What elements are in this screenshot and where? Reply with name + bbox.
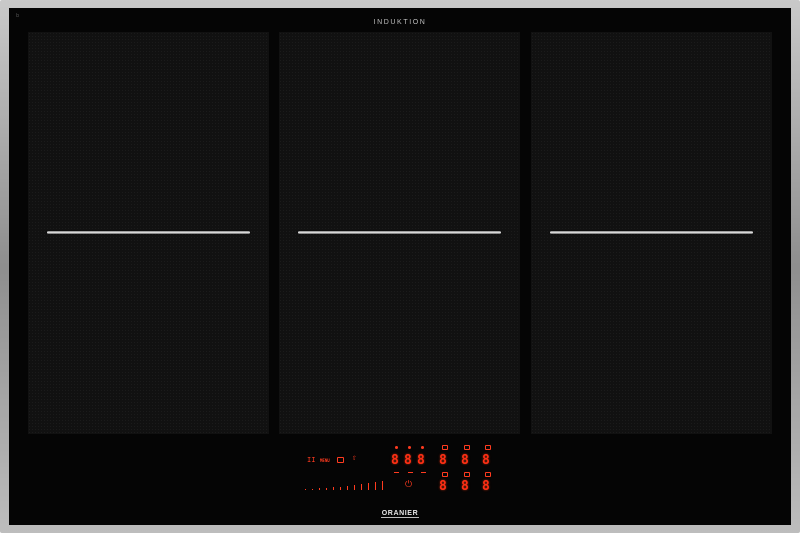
- brand-logo: ORANIER: [9, 510, 791, 518]
- slider-step: [375, 482, 376, 490]
- menu-button[interactable]: MENU: [320, 457, 330, 465]
- timer-icon[interactable]: [442, 445, 448, 450]
- timer-icon[interactable]: [485, 445, 491, 450]
- slider-step: [340, 487, 341, 490]
- slider-step: [333, 487, 334, 490]
- zone-dash: [394, 472, 399, 473]
- zone-indicator-dot: [408, 446, 411, 449]
- zone-indicator-dot: [421, 446, 424, 449]
- slider-step: [305, 489, 306, 490]
- timer-icon[interactable]: [464, 445, 470, 450]
- power-icon[interactable]: ⏻: [405, 481, 412, 490]
- ceramic-glass-surface: b INDUKTION II MENU ⇧ 8 8 8 8 8 8 ⏻ 8 8 …: [9, 8, 791, 525]
- clock-icon[interactable]: [464, 472, 470, 477]
- timer-display-5: 8: [461, 479, 470, 494]
- power-level-display-1: 8: [391, 453, 400, 468]
- timer-display-4: 8: [439, 479, 448, 494]
- hob-steel-frame: b INDUKTION II MENU ⇧ 8 8 8 8 8 8 ⏻ 8 8 …: [0, 0, 800, 533]
- slider-step: [368, 483, 369, 490]
- touch-control-panel: II MENU ⇧ 8 8 8 8 8 8 ⏻ 8 8 8: [9, 8, 791, 525]
- timer-display-6: 8: [482, 479, 491, 494]
- slider-step: [319, 488, 320, 490]
- slider-step: [361, 484, 362, 490]
- slider-step: [326, 488, 327, 490]
- timer-display-2: 8: [461, 453, 470, 468]
- slider-step: [312, 489, 313, 490]
- keep-warm-icon[interactable]: [337, 457, 344, 463]
- zone-dash: [421, 472, 426, 473]
- power-level-display-2: 8: [404, 453, 413, 468]
- slider-step: [354, 485, 355, 490]
- lock-icon[interactable]: ⇧: [352, 454, 357, 462]
- power-slider[interactable]: [305, 480, 391, 492]
- pause-icon[interactable]: II: [307, 456, 315, 464]
- brand-logo-text: ORANIER: [380, 510, 420, 518]
- slider-step: [347, 486, 348, 490]
- timer-display-1: 8: [439, 453, 448, 468]
- power-level-display-3: 8: [417, 453, 426, 468]
- slider-step: [382, 481, 383, 490]
- zone-dash: [408, 472, 413, 473]
- clock-icon[interactable]: [442, 472, 448, 477]
- zone-indicator-dot: [395, 446, 398, 449]
- timer-display-3: 8: [482, 453, 491, 468]
- clock-icon[interactable]: [485, 472, 491, 477]
